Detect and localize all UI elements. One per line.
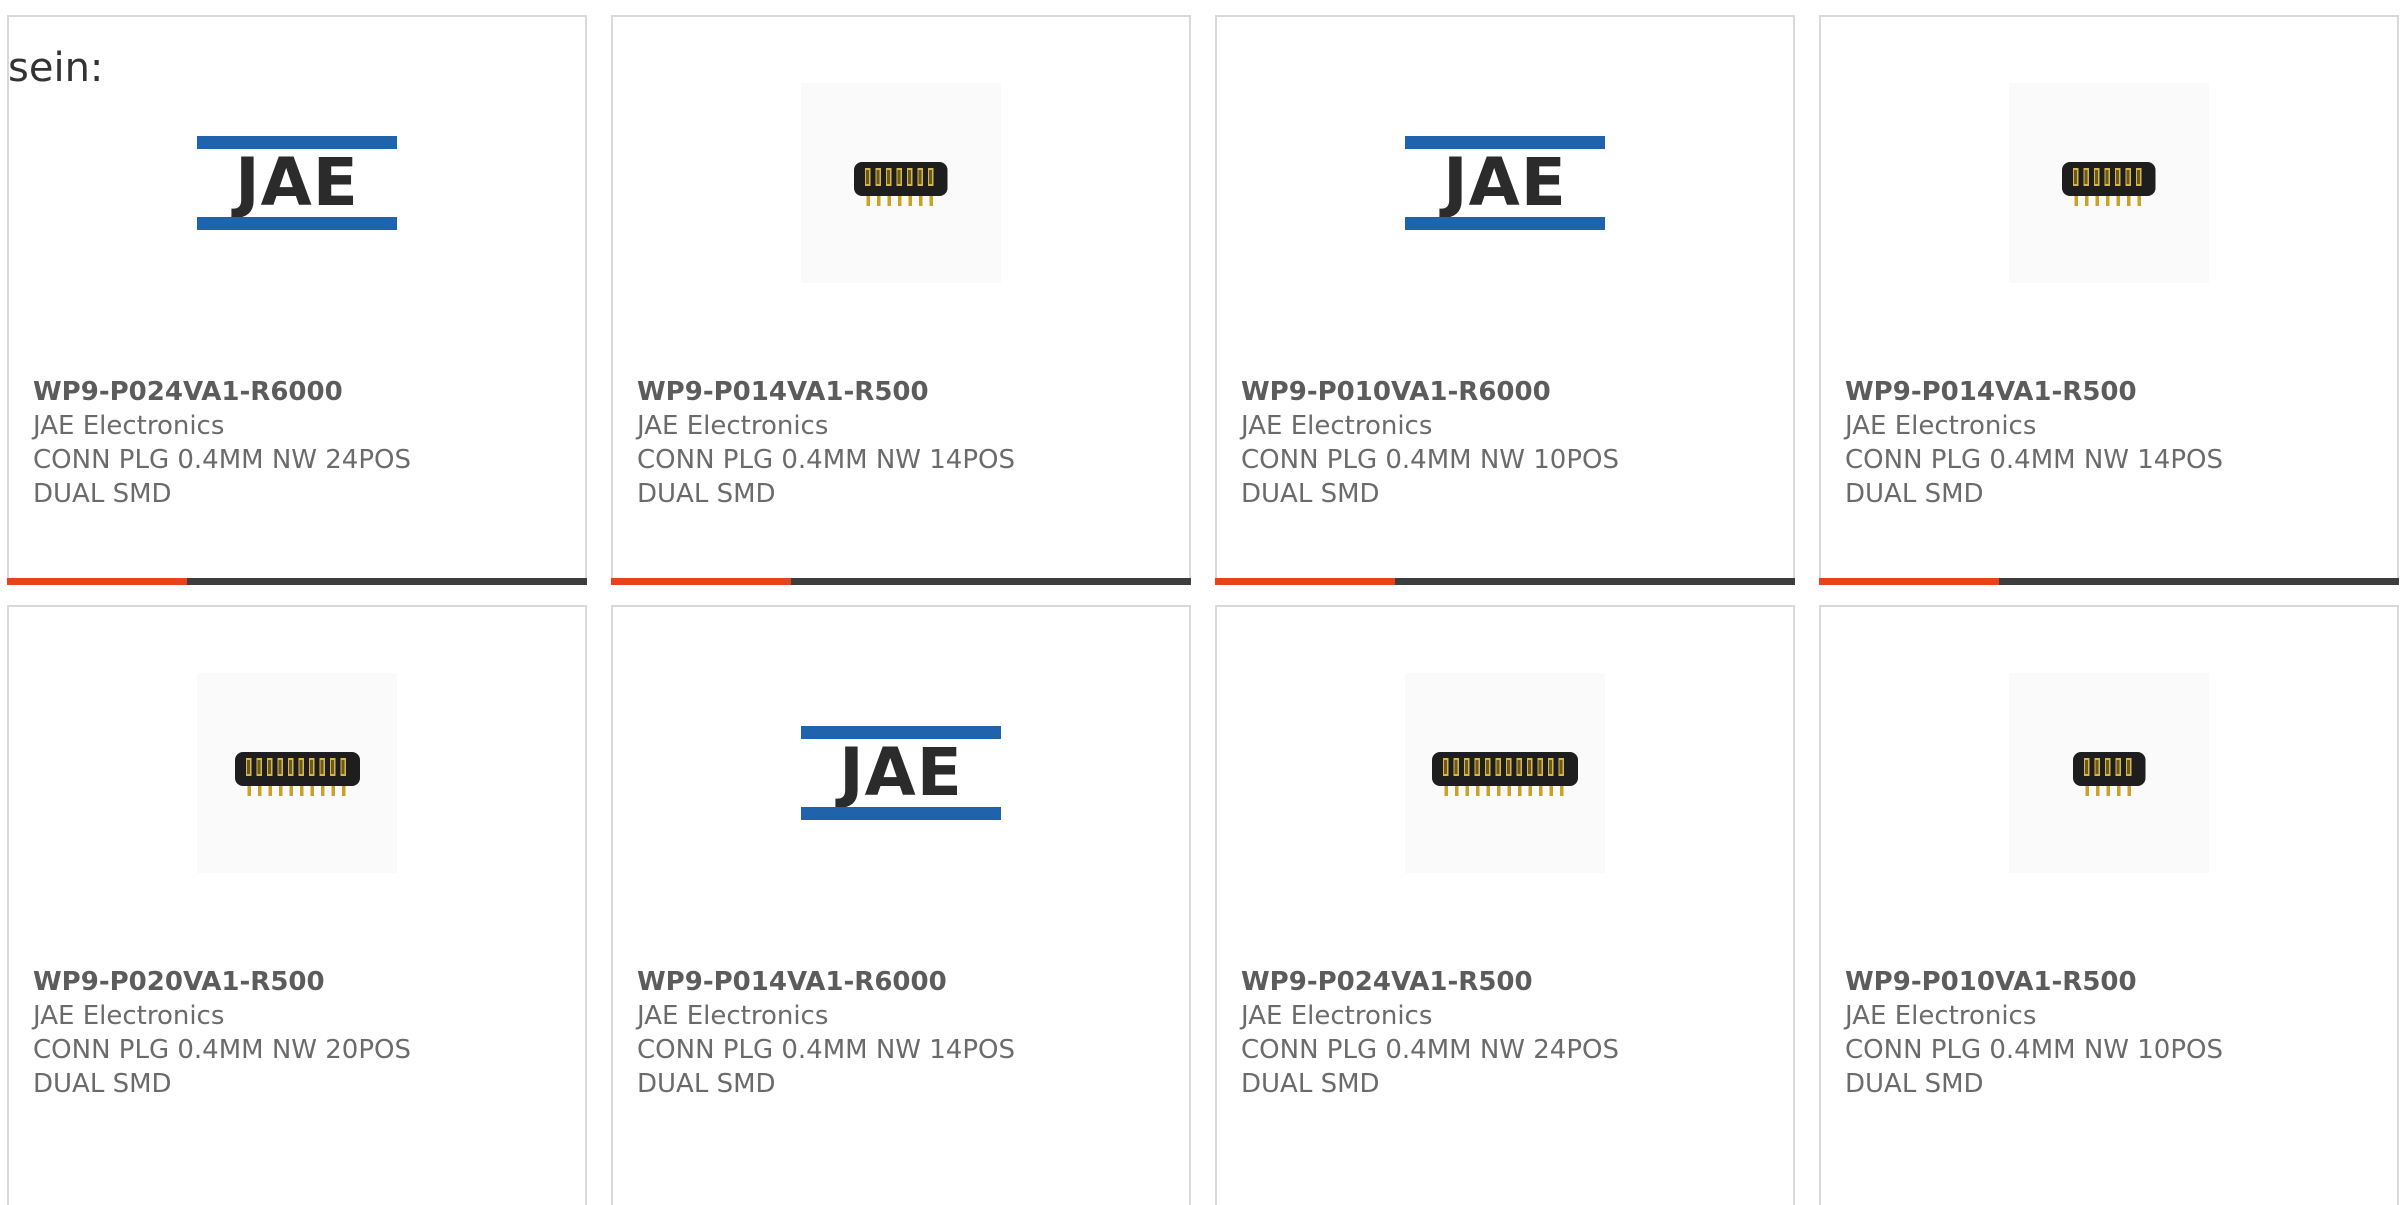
product-info: WP9-P014VA1-R6000 JAE Electronics CONN P… <box>637 965 1173 1101</box>
part-number[interactable]: WP9-P014VA1-R500 <box>1845 375 2381 409</box>
progress-bar <box>1215 578 1795 585</box>
product-description: CONN PLG 0.4MM NW 20POS DUAL SMD <box>33 1035 411 1099</box>
progress-bar <box>7 578 587 585</box>
connector-icon <box>234 752 360 796</box>
product-image[interactable] <box>197 673 397 873</box>
product-card[interactable]: JAE WP9-P010VA1-R6000 JAE Electronics CO… <box>1215 15 1795 585</box>
product-image[interactable]: JAE <box>801 673 1001 873</box>
part-number[interactable]: WP9-P024VA1-R500 <box>1241 965 1777 999</box>
product-card[interactable]: WP9-P010VA1-R500 JAE Electronics CONN PL… <box>1819 605 2399 1205</box>
product-image[interactable]: JAE <box>1405 83 1605 283</box>
jae-logo-icon: JAE <box>1405 136 1605 230</box>
part-number[interactable]: WP9-P010VA1-R6000 <box>1241 375 1777 409</box>
manufacturer: JAE Electronics <box>33 411 225 441</box>
manufacturer: JAE Electronics <box>1845 411 2037 441</box>
part-number[interactable]: WP9-P024VA1-R6000 <box>33 375 569 409</box>
connector-icon <box>854 162 948 206</box>
product-image[interactable] <box>2009 673 2209 873</box>
product-grid: JAE WP9-P024VA1-R6000 JAE Electronics CO… <box>0 0 2400 1205</box>
product-description: CONN PLG 0.4MM NW 10POS DUAL SMD <box>1241 445 1619 509</box>
product-image[interactable]: JAE <box>197 83 397 283</box>
product-description: CONN PLG 0.4MM NW 14POS DUAL SMD <box>637 445 1015 509</box>
section-heading: sein: <box>8 45 104 91</box>
progress-fill <box>7 578 187 585</box>
part-number[interactable]: WP9-P014VA1-R500 <box>637 375 1173 409</box>
part-number[interactable]: WP9-P014VA1-R6000 <box>637 965 1173 999</box>
progress-fill <box>1215 578 1395 585</box>
product-description: CONN PLG 0.4MM NW 14POS DUAL SMD <box>637 1035 1015 1099</box>
connector-icon <box>2072 752 2146 796</box>
product-image[interactable] <box>2009 83 2209 283</box>
manufacturer: JAE Electronics <box>33 1001 225 1031</box>
product-info: WP9-P010VA1-R6000 JAE Electronics CONN P… <box>1241 375 1777 511</box>
product-info: WP9-P024VA1-R500 JAE Electronics CONN PL… <box>1241 965 1777 1101</box>
jae-logo-icon: JAE <box>801 726 1001 820</box>
jae-logo-icon: JAE <box>197 136 397 230</box>
product-card[interactable]: JAE WP9-P014VA1-R6000 JAE Electronics CO… <box>611 605 1191 1205</box>
manufacturer: JAE Electronics <box>637 1001 829 1031</box>
product-image[interactable] <box>1405 673 1605 873</box>
manufacturer: JAE Electronics <box>1845 1001 2037 1031</box>
connector-icon <box>2062 162 2156 206</box>
part-number[interactable]: WP9-P010VA1-R500 <box>1845 965 2381 999</box>
product-description: CONN PLG 0.4MM NW 24POS DUAL SMD <box>1241 1035 1619 1099</box>
product-card[interactable]: WP9-P014VA1-R500 JAE Electronics CONN PL… <box>1819 15 2399 585</box>
progress-fill <box>1819 578 1999 585</box>
progress-bar <box>1819 578 2399 585</box>
product-info: WP9-P020VA1-R500 JAE Electronics CONN PL… <box>33 965 569 1101</box>
product-info: WP9-P014VA1-R500 JAE Electronics CONN PL… <box>637 375 1173 511</box>
product-card[interactable]: WP9-P024VA1-R500 JAE Electronics CONN PL… <box>1215 605 1795 1205</box>
part-number[interactable]: WP9-P020VA1-R500 <box>33 965 569 999</box>
product-info: WP9-P010VA1-R500 JAE Electronics CONN PL… <box>1845 965 2381 1101</box>
product-image[interactable] <box>801 83 1001 283</box>
product-description: CONN PLG 0.4MM NW 10POS DUAL SMD <box>1845 1035 2223 1099</box>
connector-icon <box>1432 752 1578 796</box>
product-info: WP9-P024VA1-R6000 JAE Electronics CONN P… <box>33 375 569 511</box>
product-card[interactable]: WP9-P014VA1-R500 JAE Electronics CONN PL… <box>611 15 1191 585</box>
manufacturer: JAE Electronics <box>637 411 829 441</box>
manufacturer: JAE Electronics <box>1241 411 1433 441</box>
manufacturer: JAE Electronics <box>1241 1001 1433 1031</box>
product-info: WP9-P014VA1-R500 JAE Electronics CONN PL… <box>1845 375 2381 511</box>
product-description: CONN PLG 0.4MM NW 14POS DUAL SMD <box>1845 445 2223 509</box>
product-card[interactable]: JAE WP9-P024VA1-R6000 JAE Electronics CO… <box>7 15 587 585</box>
progress-fill <box>611 578 791 585</box>
progress-bar <box>611 578 1191 585</box>
product-card[interactable]: WP9-P020VA1-R500 JAE Electronics CONN PL… <box>7 605 587 1205</box>
product-description: CONN PLG 0.4MM NW 24POS DUAL SMD <box>33 445 411 509</box>
